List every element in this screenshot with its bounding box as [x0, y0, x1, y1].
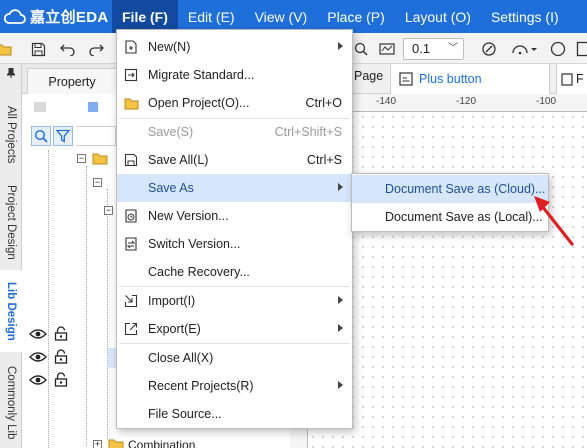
new-version-icon	[123, 208, 139, 224]
search-icon	[34, 129, 48, 143]
menu-item-open-project[interactable]: Open Project(O)... Ctrl+O	[117, 89, 352, 117]
chevron-down-icon: ﹀	[448, 43, 458, 54]
tab-plus-button[interactable]: Plus button	[390, 64, 550, 94]
menu-item-save: Save(S) Ctrl+Shift+S	[148, 125, 342, 139]
chevron-right-icon	[338, 381, 343, 389]
menu-item-save-as-local[interactable]: Document Save as (Local)...	[352, 203, 548, 231]
tree-item-combination[interactable]: Combination	[128, 438, 195, 448]
lock-icon[interactable]	[54, 349, 68, 364]
file-menu: New(N) Migrate Standard... Open Project(…	[116, 29, 353, 429]
blurred-team-avatar	[88, 102, 98, 112]
app-logo-text: 嘉立创EDA	[30, 9, 109, 26]
export-icon	[123, 321, 139, 337]
tree-collapse-toggle[interactable]: −	[77, 154, 86, 163]
tab-property[interactable]: Property	[27, 68, 117, 94]
tab-page[interactable]: Page	[354, 69, 383, 83]
menu-item-import[interactable]: Import(I)	[117, 287, 352, 315]
tab-commonly-lib[interactable]: Commonly Lib	[0, 358, 22, 448]
app-logo: 嘉立创EDA	[0, 0, 112, 33]
tree-collapse-toggle[interactable]: −	[93, 178, 102, 187]
tree-expand-toggle[interactable]: +	[93, 440, 102, 448]
menu-item-file-source[interactable]: File Source...	[117, 400, 352, 428]
menu-settings[interactable]: Settings (I)	[481, 0, 569, 33]
menu-item-save-as-cloud[interactable]: Document Save as (Cloud)...	[352, 175, 548, 203]
import-icon	[123, 293, 139, 309]
pin-icon[interactable]	[0, 66, 22, 80]
ruler-label: -140	[376, 96, 397, 107]
document-icon	[561, 72, 573, 86]
funnel-icon	[56, 129, 70, 143]
menu-item-new[interactable]: New(N)	[117, 33, 352, 61]
tree-collapse-toggle[interactable]: −	[104, 206, 113, 215]
folder-toolbar-icon[interactable]	[0, 39, 14, 59]
pcb-document-icon	[399, 72, 413, 86]
menu-item-export[interactable]: Export(E)	[117, 315, 352, 343]
menu-item-close-all[interactable]: Close All(X)	[117, 344, 352, 372]
save-toolbar-icon[interactable]	[28, 39, 48, 59]
folder-icon	[123, 95, 139, 111]
funnel-filter-button[interactable]	[53, 126, 73, 146]
menu-item-save-all[interactable]: Save All(L) Ctrl+S	[117, 146, 352, 174]
tree-guide-line	[48, 150, 49, 448]
search-filter-button[interactable]	[31, 126, 51, 146]
eye-icon[interactable]	[29, 328, 47, 340]
undo-icon[interactable]	[58, 39, 78, 59]
new-file-icon	[123, 39, 139, 55]
tree-guide-line	[107, 189, 108, 439]
menu-item-recent-projects[interactable]: Recent Projects(R)	[117, 372, 352, 400]
ruler-label: -120	[456, 96, 477, 107]
cloud-logo-icon	[4, 8, 26, 24]
menu-item-migrate-standard[interactable]: Migrate Standard...	[117, 61, 352, 89]
menu-item-new-version[interactable]: New Version...	[117, 202, 352, 230]
measure-icon[interactable]	[377, 39, 397, 59]
ruler-label: -100	[536, 96, 557, 107]
rectangle-tool-icon[interactable]	[574, 39, 587, 59]
lock-icon[interactable]	[54, 372, 68, 387]
tab-next-document[interactable]: F	[556, 64, 587, 94]
zoom-value: 0.1	[412, 41, 431, 56]
blurred-user-avatar	[34, 102, 46, 112]
menu-item-switch-version[interactable]: Switch Version...	[117, 230, 352, 258]
eye-icon[interactable]	[29, 374, 47, 386]
chevron-right-icon	[338, 324, 343, 332]
save-as-submenu: Document Save as (Cloud)... Document Sav…	[351, 173, 549, 232]
redo-icon[interactable]	[86, 39, 106, 59]
lock-icon[interactable]	[54, 326, 68, 341]
folder-icon	[108, 439, 124, 448]
red-annotation-arrow-icon	[534, 196, 574, 246]
save-all-icon	[123, 152, 139, 168]
tree-guide-line	[86, 166, 87, 446]
chevron-right-icon	[338, 296, 343, 304]
folder-icon	[92, 153, 108, 165]
migrate-icon	[123, 67, 139, 83]
circle-tool-icon[interactable]	[548, 39, 568, 59]
tab-plus-button-label: Plus button	[419, 72, 482, 86]
tree-search-input[interactable]	[76, 126, 116, 146]
chevron-right-icon	[338, 42, 343, 50]
tab-all-projects[interactable]: All Projects	[0, 100, 22, 170]
zoom-select[interactable]: 0.1 ﹀	[403, 38, 464, 60]
menu-item-cache-recovery[interactable]: Cache Recovery...	[117, 258, 352, 286]
menu-item-save-as[interactable]: Save As	[117, 174, 352, 202]
chevron-right-icon	[338, 183, 343, 191]
tab-lib-design[interactable]: Lib Design	[0, 270, 22, 352]
tab-project-design[interactable]: Project Design	[0, 177, 22, 267]
arc-tool-icon[interactable]	[509, 39, 541, 59]
left-vertical-tabs: All Projects Project Design Lib Design C…	[0, 64, 22, 448]
zoom-area-icon[interactable]	[351, 39, 371, 59]
eye-icon[interactable]	[29, 351, 47, 363]
route-tool-icon[interactable]	[479, 39, 499, 59]
switch-version-icon	[123, 236, 139, 252]
menu-layout[interactable]: Layout (O)	[395, 0, 481, 33]
